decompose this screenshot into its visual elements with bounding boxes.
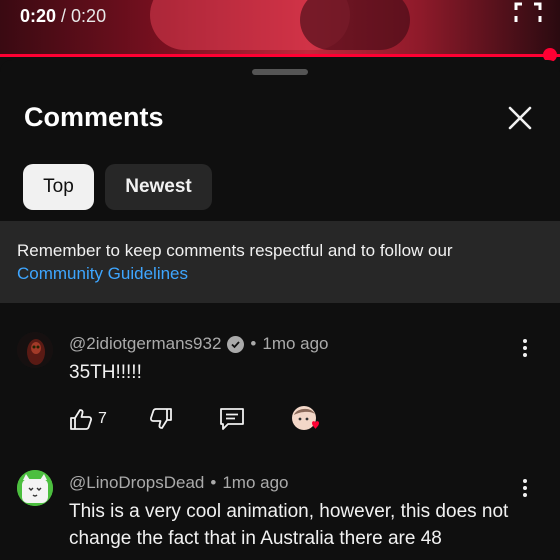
time-separator: / — [56, 6, 72, 26]
more-vert-icon[interactable] — [519, 338, 531, 358]
creator-heart — [291, 405, 323, 433]
comment-author[interactable]: @LinoDropsDead — [69, 473, 204, 493]
avatar[interactable] — [17, 332, 53, 368]
sheet-title: Comments — [24, 102, 164, 132]
comment-text: 35TH!!!!! — [69, 362, 142, 383]
fullscreen-icon[interactable] — [514, 2, 542, 22]
comment-text: This is a very cool animation, however, … — [69, 501, 509, 549]
dislike-button[interactable] — [149, 408, 173, 430]
time-display: 0:20 / 0:20 — [20, 6, 106, 27]
comments-sheet: Comments Top Newest Remember to keep com… — [0, 60, 560, 560]
chip-newest[interactable]: Newest — [105, 164, 212, 210]
dislike-icon — [149, 408, 172, 429]
meta-dot: • — [210, 473, 217, 492]
comment-time: 1mo ago — [222, 473, 289, 492]
duration: 0:20 — [71, 6, 107, 26]
comment-author[interactable]: @2idiotgermans932 — [69, 334, 221, 354]
like-count: 7 — [98, 410, 107, 427]
video-frame-detail — [300, 0, 410, 50]
close-icon[interactable] — [506, 104, 534, 132]
community-guidelines-link[interactable]: Community Guidelines — [17, 262, 543, 285]
community-notice: Remember to keep comments respectful and… — [0, 221, 560, 303]
reply-icon — [220, 408, 244, 430]
more-vert-icon[interactable] — [519, 478, 531, 498]
reply-button[interactable] — [219, 407, 245, 431]
creator-heart-icon — [291, 406, 319, 430]
avatar[interactable] — [17, 470, 53, 506]
comment-actions: 7 — [69, 405, 323, 433]
comment-meta: @LinoDropsDead • 1mo ago — [69, 473, 289, 493]
current-time: 0:20 — [20, 6, 57, 26]
like-icon — [70, 409, 93, 430]
meta-dot: • — [250, 334, 257, 353]
verified-icon — [227, 335, 245, 353]
comment-time: 1mo ago — [262, 334, 329, 353]
comment-meta: @2idiotgermans932 • 1mo ago — [69, 334, 329, 354]
notice-text: Remember to keep comments respectful and… — [17, 241, 453, 260]
video-player[interactable]: 0:20 / 0:20 — [0, 0, 560, 57]
like-button[interactable]: 7 — [69, 408, 107, 430]
chip-top[interactable]: Top — [23, 164, 94, 210]
drag-handle[interactable] — [252, 69, 308, 75]
progress-bar[interactable] — [0, 54, 560, 57]
